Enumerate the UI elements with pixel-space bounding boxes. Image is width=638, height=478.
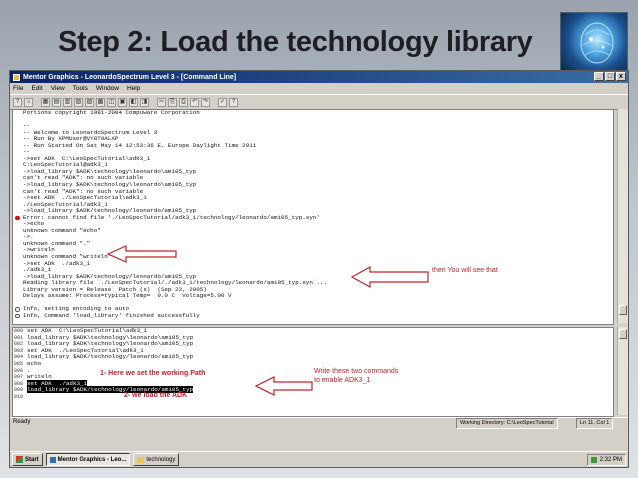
info-icon [15,307,20,312]
status-cursor-position: Ln 11, Col 1 [576,418,614,429]
transcript-pane[interactable]: Portions copyright 1991-2004 Compuware C… [12,109,614,325]
toolbar-button[interactable]: ↷ [201,97,210,107]
line-number: 010 [14,393,24,400]
toolbar-button[interactable]: ▧ [74,97,83,107]
app-icon [13,73,20,81]
status-bar: Ready Working Directory: C:\LeoSpecTutor… [10,417,628,429]
slide-title: Step 2: Load the technology library [58,26,533,58]
transcript-text: Info, Command 'load_library' finished su… [23,311,200,319]
toolbar-button[interactable]: ✂ [157,97,166,107]
minimize-button[interactable]: _ [594,72,604,81]
maximize-button[interactable]: □ [605,72,615,81]
window-title: Mentor Graphics - LeonardoSpectrum Level… [23,73,237,81]
clock: 2:32 PM [599,457,622,463]
line-number: 003 [14,347,24,354]
annotation-result: then You will see that [432,267,498,274]
line-number: 008 [14,380,24,387]
transcript-text: Error: cannot find file './LeoSpecTutori… [23,213,320,221]
start-label: Start [25,456,39,463]
transcript-scroll-thumb[interactable] [619,305,627,315]
start-button[interactable]: Start [12,453,43,466]
mentor-app-icon [49,456,56,463]
script-line[interactable]: 004 load_library $ADK/technology/leonardo… [13,354,613,361]
line-number: 007 [14,374,24,381]
annotation-write-line1: Write these two commands [314,368,399,375]
taskbar-item-mentor[interactable]: Mentor Graphics - Leo... [45,453,131,466]
error-icon [15,215,20,221]
taskbar-item-technology[interactable]: technology [133,453,180,466]
status-working-directory: Working Directory: C:\LeoSpecTutorial [456,418,558,429]
annotation-step1: 1- Here we set the working Path [100,370,206,377]
menu-window[interactable]: Window [96,85,119,92]
toolbar-button[interactable]: ⎘ [168,97,177,107]
transcript-text: Portions copyright 1991-2004 Compuware C… [23,109,200,116]
toolbar-button[interactable]: ⌂ [24,97,33,107]
status-ready: Ready [13,419,31,425]
toolbar-button[interactable]: ✓ [218,97,227,107]
app-window: Mentor Graphics - LeonardoSpectrum Level… [9,70,629,468]
transcript-line: Info, Command 'load_library' finished su… [13,311,613,320]
annotation-write-line2: to enable ADK3_1 [314,377,371,384]
line-number: 006 [14,367,24,374]
toolbar-button[interactable]: ▦ [41,97,50,107]
toolbar-button[interactable]: ◨ [140,97,149,107]
toolbar-button[interactable]: ? [229,97,238,107]
close-button[interactable]: x [616,72,626,81]
toolbar-button[interactable]: ? [13,97,22,107]
script-line[interactable]: 005 echo [13,360,613,368]
tray-icon[interactable] [590,457,597,463]
menu-view[interactable]: View [51,85,65,92]
info-icon [15,313,20,319]
toolbar-button[interactable]: ▥ [63,97,72,107]
menu-help[interactable]: Help [127,85,140,92]
menu-bar: File Edit View Tools Window Help [10,83,628,94]
line-number: 009 [14,387,24,394]
system-tray: 2:32 PM [586,454,626,466]
transcript-text: unknown command "echo" [23,226,101,234]
window-controls: _ □ x [594,72,626,81]
script-text: load_library $ADK/technology/leonardo/am… [27,353,194,361]
script-scrollbar[interactable] [617,327,628,415]
taskbar-item-label: Mentor Graphics - Leo... [57,456,127,463]
toolbar-button[interactable]: ▨ [85,97,94,107]
taskbar: Start Mentor Graphics - Leo... technolog… [10,451,628,467]
toolbar-button[interactable]: ◫ [107,97,116,107]
taskbar-item-label: technology [146,456,176,463]
transcript-text: Delays assume: Process=typical Temp= 0.0… [23,292,232,300]
transcript-text: -- Run Started On Sat May 14 12:53:36 E.… [23,141,257,149]
menu-edit[interactable]: Edit [31,85,42,92]
line-number: 001 [14,334,24,341]
line-number: 002 [14,341,24,348]
toolbar-button[interactable]: ▣ [118,97,127,107]
line-number: 005 [14,360,24,367]
transcript-scrollbar[interactable] [617,109,628,323]
line-number: 004 [14,354,24,361]
menu-tools[interactable]: Tools [73,85,88,92]
window-titlebar[interactable]: Mentor Graphics - LeonardoSpectrum Level… [10,71,628,83]
annotation-step2: 2- we load the ADK [124,392,188,399]
toolbar-button[interactable]: ◧ [129,97,138,107]
toolbar-button[interactable]: ⎙ [179,97,188,107]
script-line[interactable]: 009 load_library $ADK/technology/leonardo… [13,386,613,394]
windows-logo-icon [16,456,23,463]
menu-file[interactable]: File [13,85,23,92]
toolbar-button[interactable]: ↶ [190,97,199,107]
toolbar: ? ⌂ ▦ ▤ ▥ ▧ ▨ ▩ ◫ ▣ ◧ ◨ ✂ ⎘ ⎙ ↶ ↷ ✓? [10,94,628,110]
script-line[interactable]: 010 [13,394,613,401]
folder-icon [137,456,145,463]
toolbar-button[interactable]: ▩ [96,97,105,107]
brain-image [560,12,628,74]
line-number: 000 [14,328,24,334]
toolbar-button[interactable]: ▤ [52,97,61,107]
script-scroll-thumb[interactable] [619,329,627,339]
brain-graphic [580,22,614,64]
